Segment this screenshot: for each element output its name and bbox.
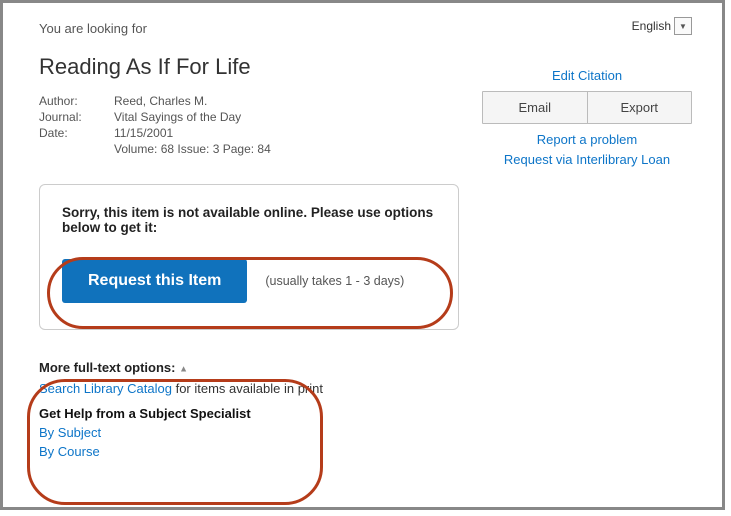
- get-help-header: Get Help from a Subject Specialist: [39, 406, 686, 421]
- availability-card: Sorry, this item is not available online…: [39, 184, 459, 330]
- chevron-down-icon: ▼: [674, 17, 692, 35]
- language-label: English: [632, 19, 671, 33]
- request-note: (usually takes 1 - 3 days): [265, 274, 404, 288]
- date-label: Date:: [39, 126, 114, 140]
- more-options-section: More full-text options: ▲ Search Library…: [39, 360, 686, 459]
- collapse-icon: ▲: [179, 364, 188, 374]
- more-options-header[interactable]: More full-text options: ▲: [39, 360, 686, 375]
- email-button[interactable]: Email: [483, 92, 588, 123]
- by-course-link[interactable]: By Course: [39, 444, 100, 459]
- intro-text: You are looking for: [39, 21, 686, 36]
- by-subject-link[interactable]: By Subject: [39, 425, 101, 440]
- export-button[interactable]: Export: [588, 92, 692, 123]
- author-label: Author:: [39, 94, 114, 108]
- journal-label: Journal:: [39, 110, 114, 124]
- edit-citation-link[interactable]: Edit Citation: [482, 68, 692, 83]
- search-catalog-suffix: for items available in print: [172, 381, 323, 396]
- language-selector[interactable]: English ▼: [632, 17, 692, 35]
- search-catalog-link[interactable]: Search Library Catalog: [39, 381, 172, 396]
- right-actions-panel: Edit Citation Email Export Report a prob…: [482, 63, 692, 172]
- request-item-button[interactable]: Request this Item: [62, 259, 247, 303]
- availability-message: Sorry, this item is not available online…: [62, 205, 436, 235]
- interlibrary-loan-link[interactable]: Request via Interlibrary Loan: [482, 152, 692, 167]
- email-export-buttons: Email Export: [482, 91, 692, 124]
- report-problem-link[interactable]: Report a problem: [482, 132, 692, 147]
